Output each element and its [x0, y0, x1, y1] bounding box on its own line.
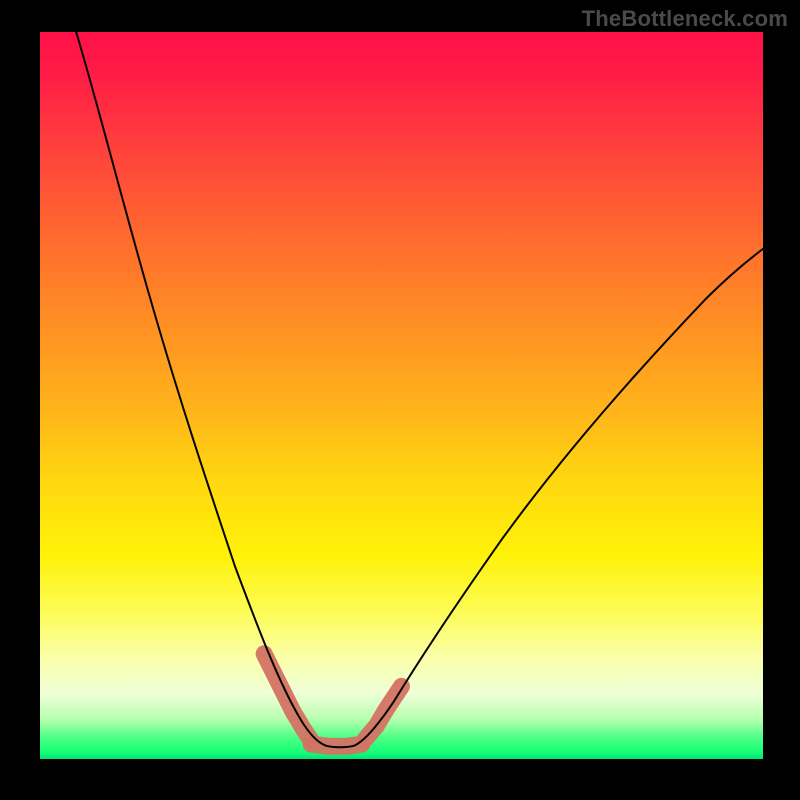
curve-left-branch	[76, 32, 325, 746]
watermark-text: TheBottleneck.com	[582, 6, 788, 32]
curve-overlay	[40, 32, 763, 755]
plot-area	[40, 32, 763, 759]
curve-right-branch	[355, 249, 763, 746]
valley-highlight	[264, 654, 401, 747]
chart-frame: TheBottleneck.com	[0, 0, 800, 800]
